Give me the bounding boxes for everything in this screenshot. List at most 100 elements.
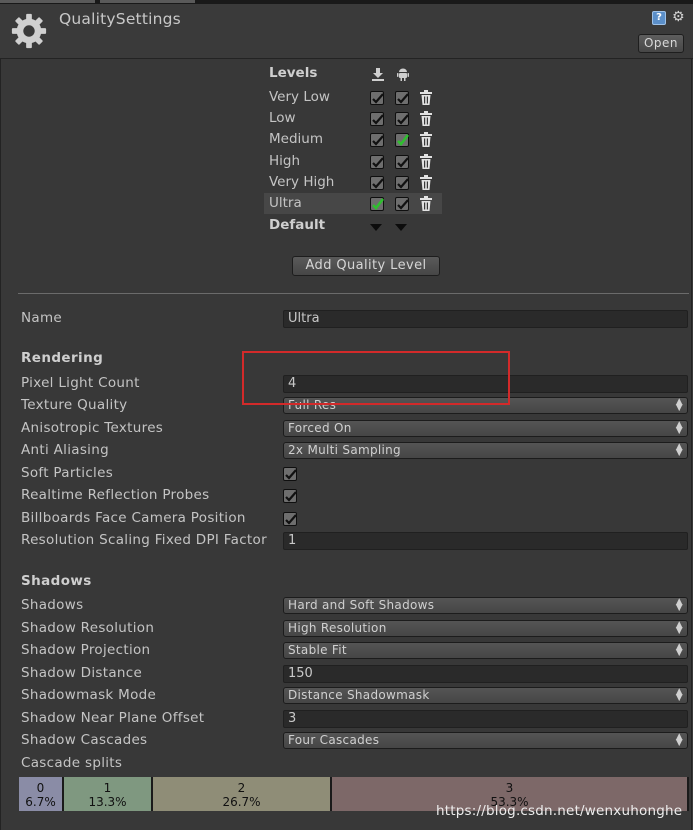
check-icon	[285, 469, 297, 480]
standalone-checkbox[interactable]	[370, 112, 384, 127]
tab-segment	[100, 0, 195, 3]
cascade-split-segment[interactable]: 1 13.3%	[64, 777, 153, 811]
android-checkbox[interactable]	[395, 154, 409, 169]
quality-level-row[interactable]: Ultra	[264, 193, 442, 214]
soft-particles-checkbox[interactable]	[283, 467, 297, 481]
shadows-dropdown[interactable]: Hard and Soft Shadows ▲ ▼	[283, 597, 688, 614]
gear-icon	[11, 13, 47, 49]
shadow-resolution-dropdown[interactable]: High Resolution ▲ ▼	[283, 620, 688, 637]
rendering-header: Rendering	[21, 350, 104, 366]
anisotropic-value: Forced On	[288, 421, 352, 435]
near-plane-field[interactable]: 3	[283, 710, 688, 728]
check-icon	[372, 135, 384, 146]
shadow-projection-dropdown[interactable]: Stable Fit ▲ ▼	[283, 642, 688, 659]
check-icon	[372, 198, 385, 210]
shadow-projection-value: Stable Fit	[288, 643, 347, 657]
default-label: Default	[269, 217, 326, 233]
trash-icon[interactable]	[419, 196, 433, 211]
near-plane-label: Shadow Near Plane Offset	[21, 710, 205, 726]
check-icon	[285, 514, 297, 525]
check-icon	[285, 491, 297, 502]
updown-arrow-icon: ▲ ▼	[675, 687, 683, 703]
billboards-checkbox[interactable]	[283, 512, 297, 526]
quality-level-row[interactable]: Very Low	[264, 87, 442, 108]
default-row: Default	[264, 217, 442, 238]
shadow-projection-label: Shadow Projection	[21, 642, 151, 658]
quality-level-name: Medium	[269, 131, 323, 148]
shadow-resolution-label: Shadow Resolution	[21, 620, 155, 636]
soft-particles-label: Soft Particles	[21, 465, 114, 481]
check-icon	[397, 178, 409, 189]
shadow-distance-label: Shadow Distance	[21, 665, 143, 681]
standalone-checkbox[interactable]	[370, 154, 384, 169]
trash-icon[interactable]	[419, 111, 433, 127]
standalone-checkbox[interactable]	[370, 175, 384, 190]
cascade-index: 2	[237, 781, 246, 795]
quality-level-row[interactable]: Low	[264, 108, 442, 129]
levels-header: Levels	[269, 65, 318, 81]
anisotropic-dropdown[interactable]: Forced On ▲ ▼	[283, 420, 688, 437]
shadows-value: Hard and Soft Shadows	[288, 598, 435, 612]
billboards-label: Billboards Face Camera Position	[21, 510, 246, 526]
pixel-light-count-field[interactable]: 4	[283, 375, 688, 393]
quality-level-name: Low	[269, 110, 296, 127]
default-dropdown-android[interactable]	[395, 224, 407, 231]
quality-level-name: Ultra	[269, 195, 302, 211]
reflection-probes-label: Realtime Reflection Probes	[21, 487, 210, 503]
reflection-probes-checkbox[interactable]	[283, 489, 297, 503]
texture-quality-dropdown[interactable]: Full Res ▲ ▼	[283, 397, 688, 414]
check-icon	[397, 156, 409, 168]
updown-arrow-icon: ▲ ▼	[675, 620, 683, 636]
cascade-index: 0	[36, 781, 45, 795]
inspector-header: QualitySettings ? ⚙ Open	[0, 4, 693, 58]
cascade-split-segment[interactable]: 0 6.7%	[19, 777, 64, 811]
cascade-percent: 6.7%	[25, 795, 56, 809]
cascade-percent: 26.7%	[222, 795, 261, 809]
trash-icon[interactable]	[419, 132, 433, 148]
help-icon[interactable]: ?	[652, 11, 666, 25]
shadow-cascades-value: Four Cascades	[288, 733, 380, 747]
standalone-checkbox[interactable]	[370, 91, 384, 105]
shadows-label: Shadows	[21, 597, 84, 613]
shadow-cascades-dropdown[interactable]: Four Cascades ▲ ▼	[283, 732, 688, 749]
anti-aliasing-dropdown[interactable]: 2x Multi Sampling ▲ ▼	[283, 442, 688, 459]
dpi-factor-label: Resolution Scaling Fixed DPI Factor	[21, 532, 267, 548]
shadow-cascades-label: Shadow Cascades	[21, 732, 148, 748]
standalone-checkbox[interactable]	[370, 197, 385, 211]
quality-level-row[interactable]: High	[264, 151, 442, 172]
quality-level-name: High	[269, 152, 301, 169]
check-icon	[397, 93, 409, 104]
check-icon	[372, 93, 384, 104]
texture-quality-value: Full Res	[288, 398, 337, 412]
cascade-split-segment[interactable]: 2 26.7%	[153, 777, 332, 811]
standalone-checkbox[interactable]	[370, 133, 384, 148]
open-button[interactable]: Open	[638, 34, 684, 53]
anti-aliasing-label: Anti Aliasing	[21, 442, 109, 458]
android-checkbox[interactable]	[395, 197, 409, 211]
default-dropdown-standalone[interactable]	[370, 224, 382, 231]
android-checkbox[interactable]	[395, 112, 409, 127]
trash-icon[interactable]	[419, 174, 433, 190]
name-field[interactable]: Ultra	[283, 310, 688, 328]
texture-quality-label: Texture Quality	[21, 397, 128, 413]
add-quality-level-button[interactable]: Add Quality Level	[292, 256, 440, 276]
anti-aliasing-value: 2x Multi Sampling	[288, 443, 401, 457]
quality-level-row[interactable]: Medium	[264, 129, 442, 150]
trash-icon[interactable]	[419, 90, 433, 105]
quality-level-row[interactable]: Very High	[264, 172, 442, 193]
gear-icon[interactable]: ⚙	[672, 9, 685, 25]
android-checkbox[interactable]	[395, 175, 409, 190]
inspector-title: QualitySettings	[59, 10, 181, 28]
shadow-resolution-value: High Resolution	[288, 621, 387, 635]
trash-icon[interactable]	[419, 153, 433, 169]
shadowmask-dropdown[interactable]: Distance Shadowmask ▲ ▼	[283, 687, 688, 704]
shadowmask-label: Shadowmask Mode	[21, 687, 157, 703]
cascade-splits-label: Cascade splits	[21, 755, 123, 771]
shadowmask-value: Distance Shadowmask	[288, 688, 430, 702]
android-checkbox[interactable]	[395, 133, 410, 148]
shadow-distance-field[interactable]: 150	[283, 665, 688, 683]
check-icon	[372, 114, 384, 125]
android-checkbox[interactable]	[395, 91, 409, 105]
dpi-factor-field[interactable]: 1	[283, 532, 688, 550]
panel-border	[691, 58, 692, 830]
